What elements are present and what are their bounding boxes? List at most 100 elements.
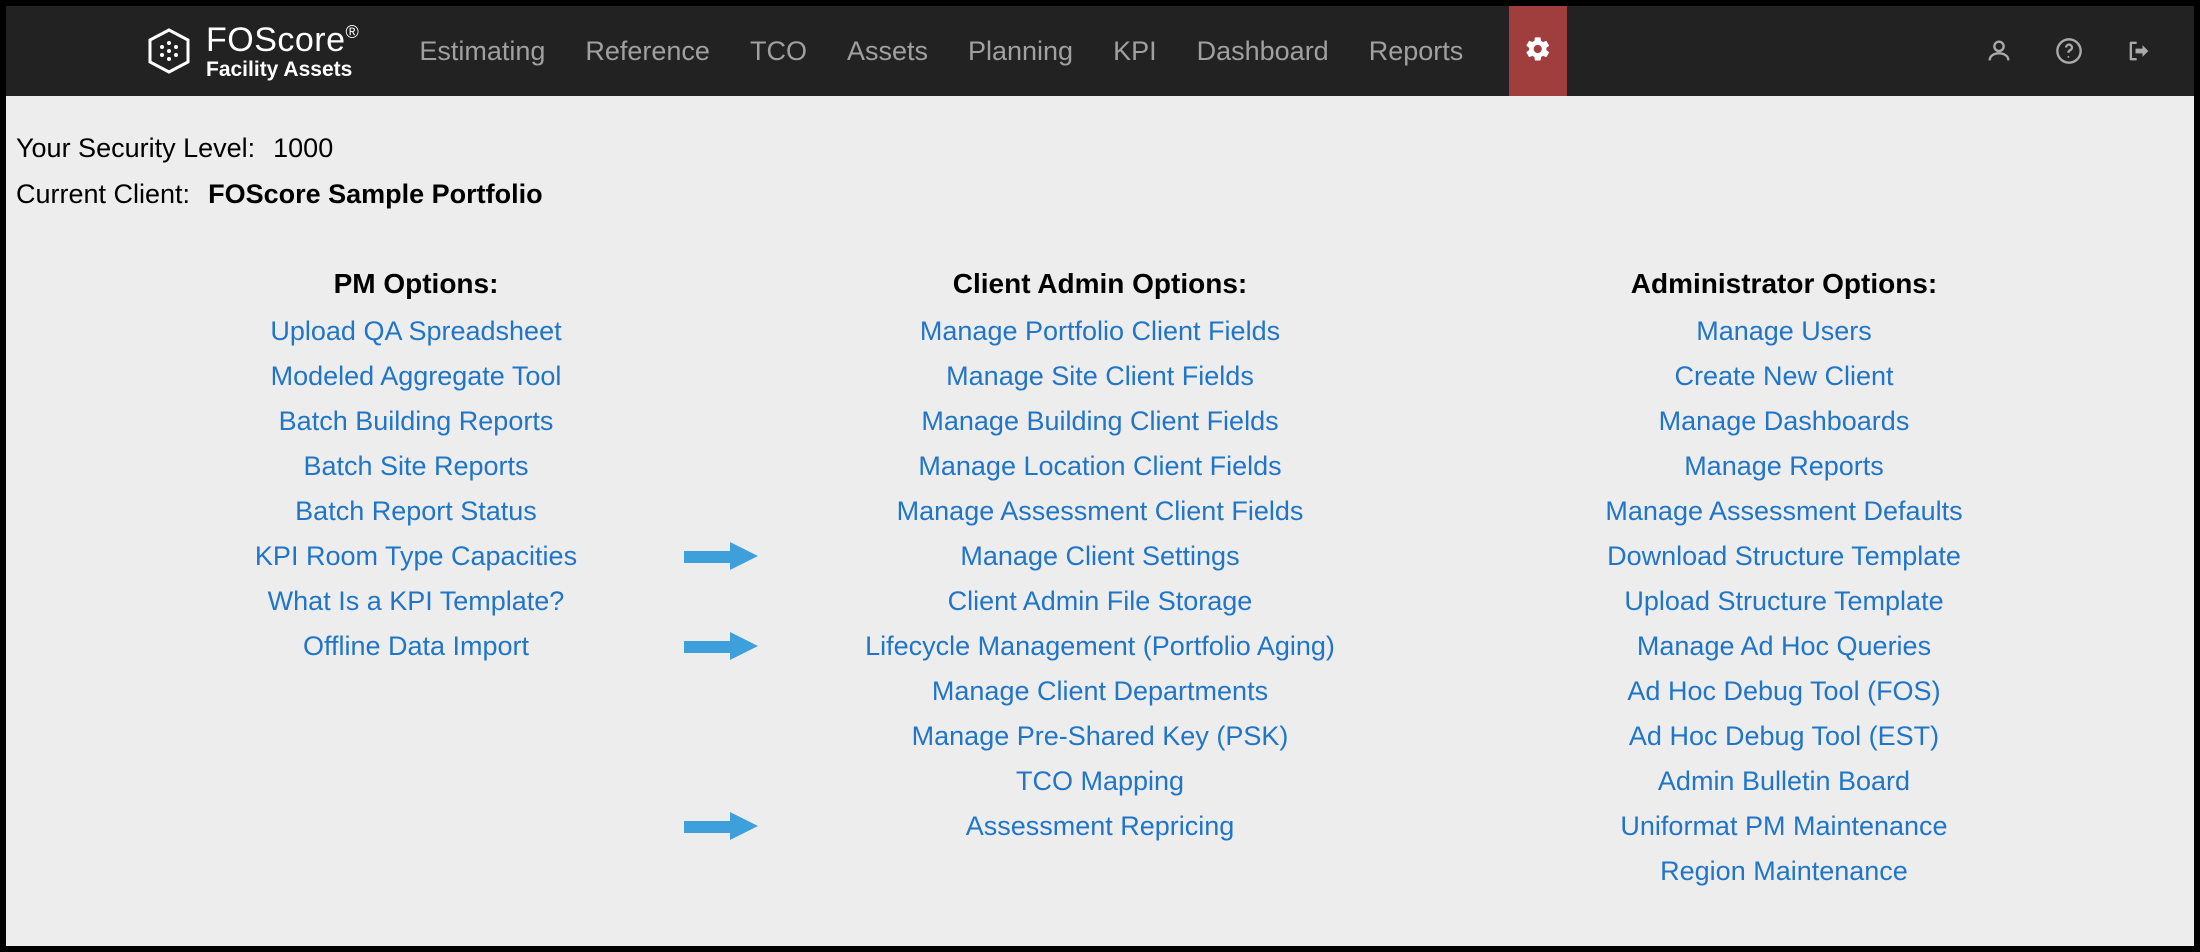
administrator-heading: Administrator Options: — [1454, 268, 2114, 300]
brand-reg: ® — [346, 22, 360, 42]
admin-option-link[interactable]: Download Structure Template — [1607, 541, 1961, 571]
client-admin-option-link[interactable]: Manage Building Client Fields — [921, 406, 1278, 436]
client-admin-options-column: Client Admin Options: Manage Portfolio C… — [770, 268, 1430, 887]
list-item: Manage Reports — [1454, 451, 2114, 482]
list-item: What Is a KPI Template? — [86, 586, 746, 617]
security-level-value: 1000 — [273, 126, 333, 172]
topbar: FOScore® Facility Assets Estimating Refe… — [6, 6, 2194, 96]
client-admin-option-link[interactable]: Manage Site Client Fields — [946, 361, 1254, 391]
pm-options-list: Upload QA Spreadsheet Modeled Aggregate T… — [86, 316, 746, 662]
pm-option-link[interactable]: Batch Report Status — [295, 496, 537, 526]
admin-option-link[interactable]: Admin Bulletin Board — [1658, 766, 1910, 796]
nav-reference[interactable]: Reference — [585, 36, 710, 67]
client-admin-option-link[interactable]: Manage Location Client Fields — [918, 451, 1281, 481]
list-item: Manage Portfolio Client Fields — [770, 316, 1430, 347]
help-icon[interactable] — [2054, 36, 2084, 66]
admin-option-link[interactable]: Manage Ad Hoc Queries — [1637, 631, 1931, 661]
admin-option-link[interactable]: Ad Hoc Debug Tool (EST) — [1629, 721, 1939, 751]
admin-option-link[interactable]: Manage Users — [1696, 316, 1872, 346]
admin-option-link[interactable]: Region Maintenance — [1660, 856, 1908, 886]
client-admin-option-link[interactable]: Manage Client Departments — [932, 676, 1268, 706]
nav-reports[interactable]: Reports — [1369, 36, 1464, 67]
logo-icon — [146, 28, 192, 74]
nav-planning[interactable]: Planning — [968, 36, 1073, 67]
list-item: Manage Dashboards — [1454, 406, 2114, 437]
administrator-options-column: Administrator Options: Manage Users Creat… — [1454, 268, 2114, 887]
admin-option-link[interactable]: Create New Client — [1674, 361, 1893, 391]
list-item: Offline Data Import — [86, 631, 746, 662]
client-admin-option-link[interactable]: TCO Mapping — [1016, 766, 1184, 796]
list-item: Batch Site Reports — [86, 451, 746, 482]
nav-kpi[interactable]: KPI — [1113, 36, 1157, 67]
list-item: Lifecycle Management (Portfolio Aging) — [770, 631, 1430, 662]
pointer-arrow-icon — [680, 540, 760, 572]
list-item: Admin Bulletin Board — [1454, 766, 2114, 797]
client-admin-option-link[interactable]: Manage Portfolio Client Fields — [920, 316, 1280, 346]
list-item: Download Structure Template — [1454, 541, 2114, 572]
user-icon[interactable] — [1984, 36, 2014, 66]
nav-estimating[interactable]: Estimating — [419, 36, 545, 67]
logo-area: FOScore® Facility Assets — [146, 23, 359, 80]
list-item: Region Maintenance — [1454, 856, 2114, 887]
pm-option-link[interactable]: KPI Room Type Capacities — [255, 541, 577, 571]
list-item: Manage Assessment Client Fields — [770, 496, 1430, 527]
client-admin-option-link[interactable]: Manage Assessment Client Fields — [897, 496, 1304, 526]
nav-tco[interactable]: TCO — [750, 36, 807, 67]
list-item: Client Admin File Storage — [770, 586, 1430, 617]
list-item: Modeled Aggregate Tool — [86, 361, 746, 392]
admin-option-link[interactable]: Manage Assessment Defaults — [1605, 496, 1962, 526]
list-item: Manage Location Client Fields — [770, 451, 1430, 482]
admin-option-link[interactable]: Manage Dashboards — [1659, 406, 1910, 436]
client-admin-option-link[interactable]: Manage Pre-Shared Key (PSK) — [912, 721, 1289, 751]
client-admin-option-link[interactable]: Manage Client Settings — [960, 541, 1239, 571]
client-admin-heading: Client Admin Options: — [770, 268, 1430, 300]
pm-option-link[interactable]: Batch Site Reports — [303, 451, 528, 481]
current-client-value: FOScore Sample Portfolio — [208, 172, 543, 218]
client-admin-option-link[interactable]: Lifecycle Management (Portfolio Aging) — [865, 631, 1335, 661]
admin-option-link[interactable]: Upload Structure Template — [1624, 586, 1943, 616]
admin-option-link[interactable]: Uniformat PM Maintenance — [1620, 811, 1947, 841]
list-item: Ad Hoc Debug Tool (FOS) — [1454, 676, 2114, 707]
administrator-options-list: Manage Users Create New Client Manage Dash… — [1454, 316, 2114, 887]
list-item: Manage Ad Hoc Queries — [1454, 631, 2114, 662]
list-item: KPI Room Type Capacities — [86, 541, 746, 572]
list-item: Batch Report Status — [86, 496, 746, 527]
brand-tagline: Facility Assets — [206, 59, 359, 80]
topbar-right — [1984, 36, 2154, 66]
client-admin-options-list: Manage Portfolio Client Fields Manage Sit… — [770, 316, 1430, 842]
main-nav: Estimating Reference TCO Assets Planning… — [419, 6, 1567, 96]
pm-option-link[interactable]: Upload QA Spreadsheet — [270, 316, 561, 346]
client-admin-option-link[interactable]: Assessment Repricing — [966, 811, 1235, 841]
list-item: Manage Client Settings — [770, 541, 1430, 572]
list-item: Manage Client Departments — [770, 676, 1430, 707]
list-item: Assessment Repricing — [770, 811, 1430, 842]
list-item: Manage Assessment Defaults — [1454, 496, 2114, 527]
list-item: Ad Hoc Debug Tool (EST) — [1454, 721, 2114, 752]
admin-option-link[interactable]: Ad Hoc Debug Tool (FOS) — [1627, 676, 1940, 706]
options-columns: PM Options: Upload QA SpreadsheetModeled… — [16, 268, 2184, 887]
brand-name: FOScore — [206, 21, 346, 59]
list-item: TCO Mapping — [770, 766, 1430, 797]
pm-options-column: PM Options: Upload QA SpreadsheetModeled… — [86, 268, 746, 887]
nav-settings[interactable] — [1509, 6, 1567, 96]
current-client-label: Current Client: — [16, 172, 190, 218]
pointer-arrow-icon — [680, 810, 760, 842]
meta-info: Your Security Level: 1000 Current Client… — [16, 126, 2184, 218]
pm-option-link[interactable]: Modeled Aggregate Tool — [271, 361, 562, 391]
nav-dashboard[interactable]: Dashboard — [1197, 36, 1329, 67]
nav-assets[interactable]: Assets — [847, 36, 928, 67]
list-item: Manage Building Client Fields — [770, 406, 1430, 437]
list-item: Create New Client — [1454, 361, 2114, 392]
admin-option-link[interactable]: Manage Reports — [1684, 451, 1884, 481]
list-item: Upload QA Spreadsheet — [86, 316, 746, 347]
pm-option-link[interactable]: Offline Data Import — [303, 631, 529, 661]
content-area: Your Security Level: 1000 Current Client… — [6, 96, 2194, 897]
list-item: Manage Site Client Fields — [770, 361, 1430, 392]
list-item: Manage Pre-Shared Key (PSK) — [770, 721, 1430, 752]
pm-option-link[interactable]: Batch Building Reports — [279, 406, 554, 436]
client-admin-option-link[interactable]: Client Admin File Storage — [948, 586, 1253, 616]
pm-option-link[interactable]: What Is a KPI Template? — [268, 586, 565, 616]
list-item: Manage Users — [1454, 316, 2114, 347]
list-item: Upload Structure Template — [1454, 586, 2114, 617]
logout-icon[interactable] — [2124, 36, 2154, 66]
